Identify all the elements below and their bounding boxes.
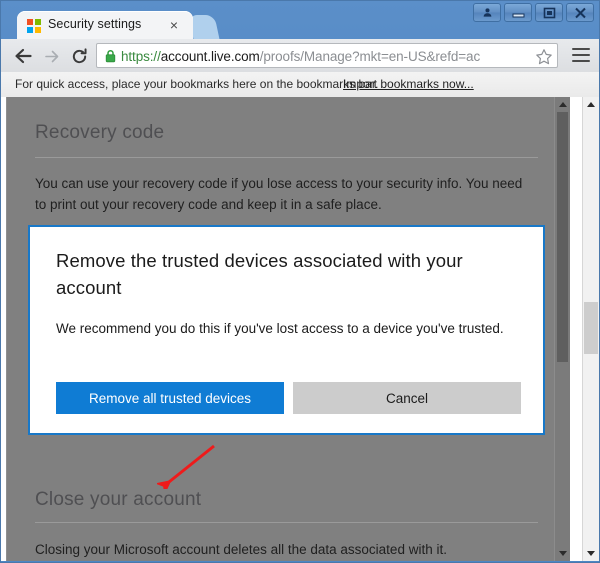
browser-menu-button[interactable] [571,46,591,64]
inner-page-scrollbar[interactable] [554,97,570,561]
microsoft-logo-icon [27,19,41,33]
reload-icon [72,47,87,63]
user-icon [483,8,491,17]
remove-trusted-devices-dialog: Remove the trusted devices associated wi… [28,225,545,435]
back-button[interactable] [11,44,35,68]
import-bookmarks-link[interactable]: Import bookmarks now... [343,77,474,91]
browser-tab-security-settings[interactable]: Security settings × [17,11,193,40]
user-account-button[interactable] [473,3,501,22]
browser-scroll-up-button[interactable] [583,97,599,112]
minimize-icon [512,13,524,18]
recovery-code-heading: Recovery code [35,122,165,143]
bookmark-star-icon[interactable] [535,48,553,66]
browser-scroll-thumb[interactable] [584,302,598,354]
url-host: account.live.com [160,49,260,64]
url-scheme: https:// [121,49,161,64]
new-tab-button[interactable] [188,15,220,40]
scroll-down-button[interactable] [555,546,570,561]
address-bar[interactable]: https://account.live.com/proofs/Manage?m… [96,43,558,68]
close-button[interactable] [566,3,594,22]
browser-toolbar: https://account.live.com/proofs/Manage?m… [1,39,599,73]
browser-scrollbar[interactable] [582,97,599,561]
dialog-actions: Remove all trusted devices Cancel [56,382,521,414]
bookmarks-bar-message: For quick access, place your bookmarks h… [15,77,379,91]
close-icon [574,7,586,18]
cancel-button[interactable]: Cancel [293,382,521,414]
title-bar: Security settings × [1,1,599,40]
scroll-up-button[interactable] [555,97,570,112]
close-account-divider [35,522,538,523]
recovery-code-divider [35,157,538,158]
close-account-heading: Close your account [35,489,202,510]
remove-all-trusted-devices-button[interactable]: Remove all trusted devices [56,382,284,414]
bookmarks-bar: For quick access, place your bookmarks h… [1,72,599,98]
dialog-title: Remove the trusted devices associated wi… [56,250,463,298]
forward-button[interactable] [39,44,63,68]
page-content: Recovery code You can use your recovery … [6,97,570,561]
close-account-description: Closing your Microsoft account deletes a… [35,542,447,557]
scroll-thumb[interactable] [557,112,568,362]
back-arrow-icon [14,48,32,64]
reload-button[interactable] [67,44,91,68]
browser-scroll-down-button[interactable] [583,546,599,561]
dialog-description: We recommend you do this if you've lost … [56,321,504,336]
maximize-button[interactable] [535,3,563,22]
minimize-button[interactable] [504,3,532,22]
browser-viewport: Recovery code You can use your recovery … [1,97,599,561]
browser-window-screenshot: Security settings × https://account.live… [0,0,600,563]
secure-lock-icon [105,49,116,63]
tab-close-icon[interactable]: × [167,18,181,32]
forward-arrow-icon [44,50,58,62]
url-path: /proofs/Manage?mkt=en-US&refd=ac [259,49,481,64]
recovery-code-description: You can use your recovery code if you lo… [35,176,523,212]
hamburger-menu-icon [572,48,590,50]
address-bar-url: https://account.live.com/proofs/Manage?m… [121,48,480,65]
maximize-icon [543,7,555,18]
red-annotation-arrow-icon [157,444,215,489]
tab-title: Security settings [48,17,142,31]
window-controls [473,3,594,22]
